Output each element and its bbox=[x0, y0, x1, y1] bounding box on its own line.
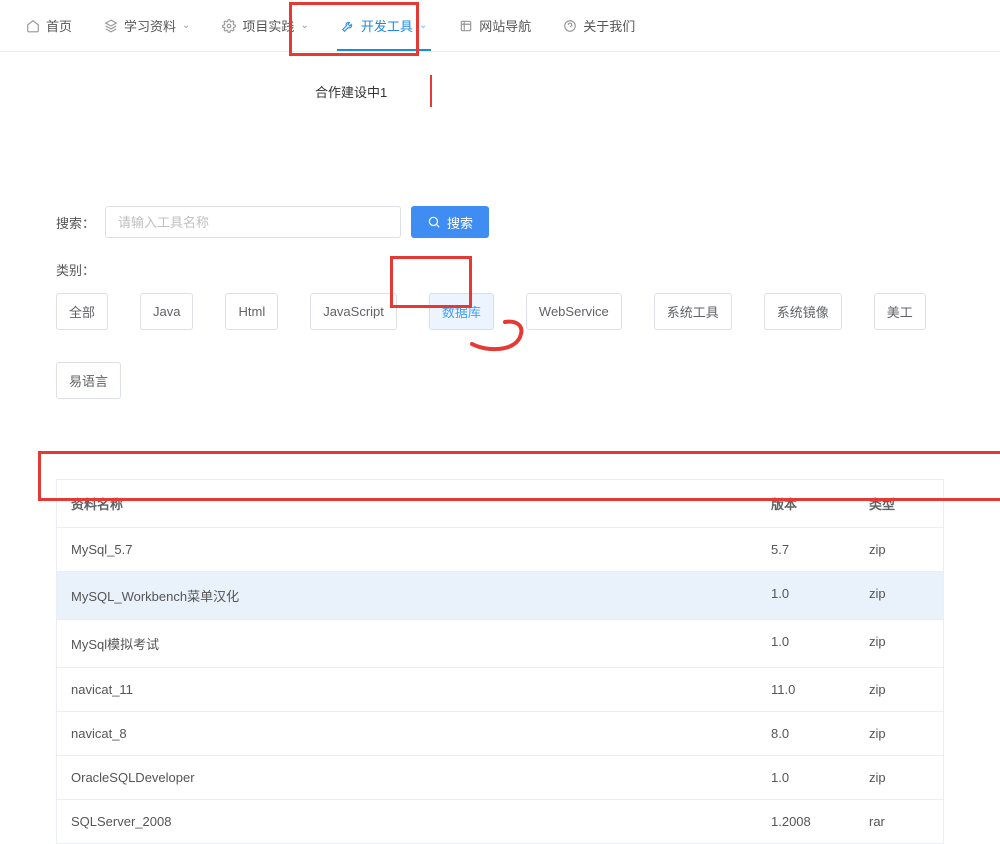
category-button[interactable]: JavaScript bbox=[310, 293, 397, 330]
cell-name: MySQL_Workbench菜单汉化 bbox=[57, 572, 757, 620]
table-row[interactable]: navicat_1111.0zip bbox=[57, 668, 943, 712]
category-button[interactable]: 系统工具 bbox=[654, 293, 732, 330]
table-row[interactable]: SQLServer_20081.2008rar bbox=[57, 800, 943, 844]
cell-name: navicat_8 bbox=[57, 712, 757, 756]
nav-label: 网站导航 bbox=[479, 16, 531, 35]
th-name: 资料名称 bbox=[57, 480, 757, 528]
nav-home[interactable]: 首页 bbox=[12, 1, 86, 51]
tools-table: 资料名称 版本 类型 MySql_5.75.7zipMySQL_Workbenc… bbox=[56, 479, 944, 844]
th-version: 版本 bbox=[757, 480, 855, 528]
cell-name: SQLServer_2008 bbox=[57, 800, 757, 844]
table-row[interactable]: MySql模拟考试1.0zip bbox=[57, 620, 943, 668]
nav-about[interactable]: 关于我们 bbox=[549, 1, 649, 51]
search-button[interactable]: 搜索 bbox=[411, 206, 489, 238]
cell-type: zip bbox=[855, 756, 943, 800]
cell-type: rar bbox=[855, 800, 943, 844]
compass-icon bbox=[459, 19, 473, 33]
category-button[interactable]: 数据库 bbox=[429, 293, 494, 330]
table-row[interactable]: MySQL_Workbench菜单汉化1.0zip bbox=[57, 572, 943, 620]
chevron-down-icon: ⌄ bbox=[419, 20, 427, 31]
nav-devtools[interactable]: 开发工具 ⌄ bbox=[327, 1, 441, 51]
cell-version: 8.0 bbox=[757, 712, 855, 756]
cell-name: navicat_11 bbox=[57, 668, 757, 712]
category-label: 类别： bbox=[56, 260, 944, 279]
cell-name: OracleSQLDeveloper bbox=[57, 756, 757, 800]
category-button[interactable]: Java bbox=[140, 293, 193, 330]
cell-type: zip bbox=[855, 528, 943, 572]
table-header: 资料名称 版本 类型 bbox=[57, 480, 943, 528]
search-icon bbox=[427, 215, 441, 229]
chevron-down-icon: ⌄ bbox=[300, 20, 308, 31]
cell-type: zip bbox=[855, 668, 943, 712]
search-row: 搜索： 搜索 bbox=[56, 206, 944, 238]
table-row[interactable]: navicat_88.0zip bbox=[57, 712, 943, 756]
cell-type: zip bbox=[855, 712, 943, 756]
nav-label: 项目实践 bbox=[242, 16, 294, 35]
nav-sitenav[interactable]: 网站导航 bbox=[445, 1, 545, 51]
annotation-red-bar bbox=[430, 75, 432, 107]
search-button-label: 搜索 bbox=[447, 213, 473, 232]
table-row[interactable]: OracleSQLDeveloper1.0zip bbox=[57, 756, 943, 800]
cell-type: zip bbox=[855, 572, 943, 620]
category-button[interactable]: 易语言 bbox=[56, 362, 121, 399]
nav-label: 首页 bbox=[46, 16, 72, 35]
home-icon bbox=[26, 19, 40, 33]
cell-version: 1.2008 bbox=[757, 800, 855, 844]
nav-projects[interactable]: 项目实践 ⌄ bbox=[208, 1, 322, 51]
category-button[interactable]: WebService bbox=[526, 293, 622, 330]
subbanner-text: 合作建设中1 bbox=[315, 82, 387, 101]
table-row[interactable]: MySql_5.75.7zip bbox=[57, 528, 943, 572]
nav-study[interactable]: 学习资料 ⌄ bbox=[90, 1, 204, 51]
gear-icon bbox=[222, 19, 236, 33]
nav-label: 开发工具 bbox=[361, 16, 413, 35]
th-type: 类型 bbox=[855, 480, 943, 528]
cell-version: 5.7 bbox=[757, 528, 855, 572]
cube-icon bbox=[104, 19, 118, 33]
category-button[interactable]: Html bbox=[225, 293, 278, 330]
cell-name: MySql_5.7 bbox=[57, 528, 757, 572]
category-button[interactable]: 全部 bbox=[56, 293, 108, 330]
cell-type: zip bbox=[855, 620, 943, 668]
cell-name: MySql模拟考试 bbox=[57, 620, 757, 668]
nav-label: 关于我们 bbox=[583, 16, 635, 35]
cell-version: 11.0 bbox=[757, 668, 855, 712]
cell-version: 1.0 bbox=[757, 572, 855, 620]
subbanner: 合作建设中1 bbox=[0, 52, 1000, 112]
cell-version: 1.0 bbox=[757, 620, 855, 668]
top-navigation: 首页 学习资料 ⌄ 项目实践 ⌄ 开发工具 ⌄ 网站导航 关于我们 bbox=[0, 0, 1000, 52]
cell-version: 1.0 bbox=[757, 756, 855, 800]
category-row: 全部 Java Html JavaScript 数据库 WebService 系统工具系统镜… bbox=[56, 293, 944, 399]
nav-label: 学习资料 bbox=[124, 16, 176, 35]
search-label: 搜索： bbox=[56, 213, 95, 232]
tool-icon bbox=[341, 19, 355, 33]
info-icon bbox=[563, 19, 577, 33]
category-button[interactable]: 系统镜像 bbox=[764, 293, 842, 330]
category-button[interactable]: 美工 bbox=[874, 293, 926, 330]
search-input[interactable] bbox=[105, 206, 401, 238]
chevron-down-icon: ⌄ bbox=[182, 20, 190, 31]
